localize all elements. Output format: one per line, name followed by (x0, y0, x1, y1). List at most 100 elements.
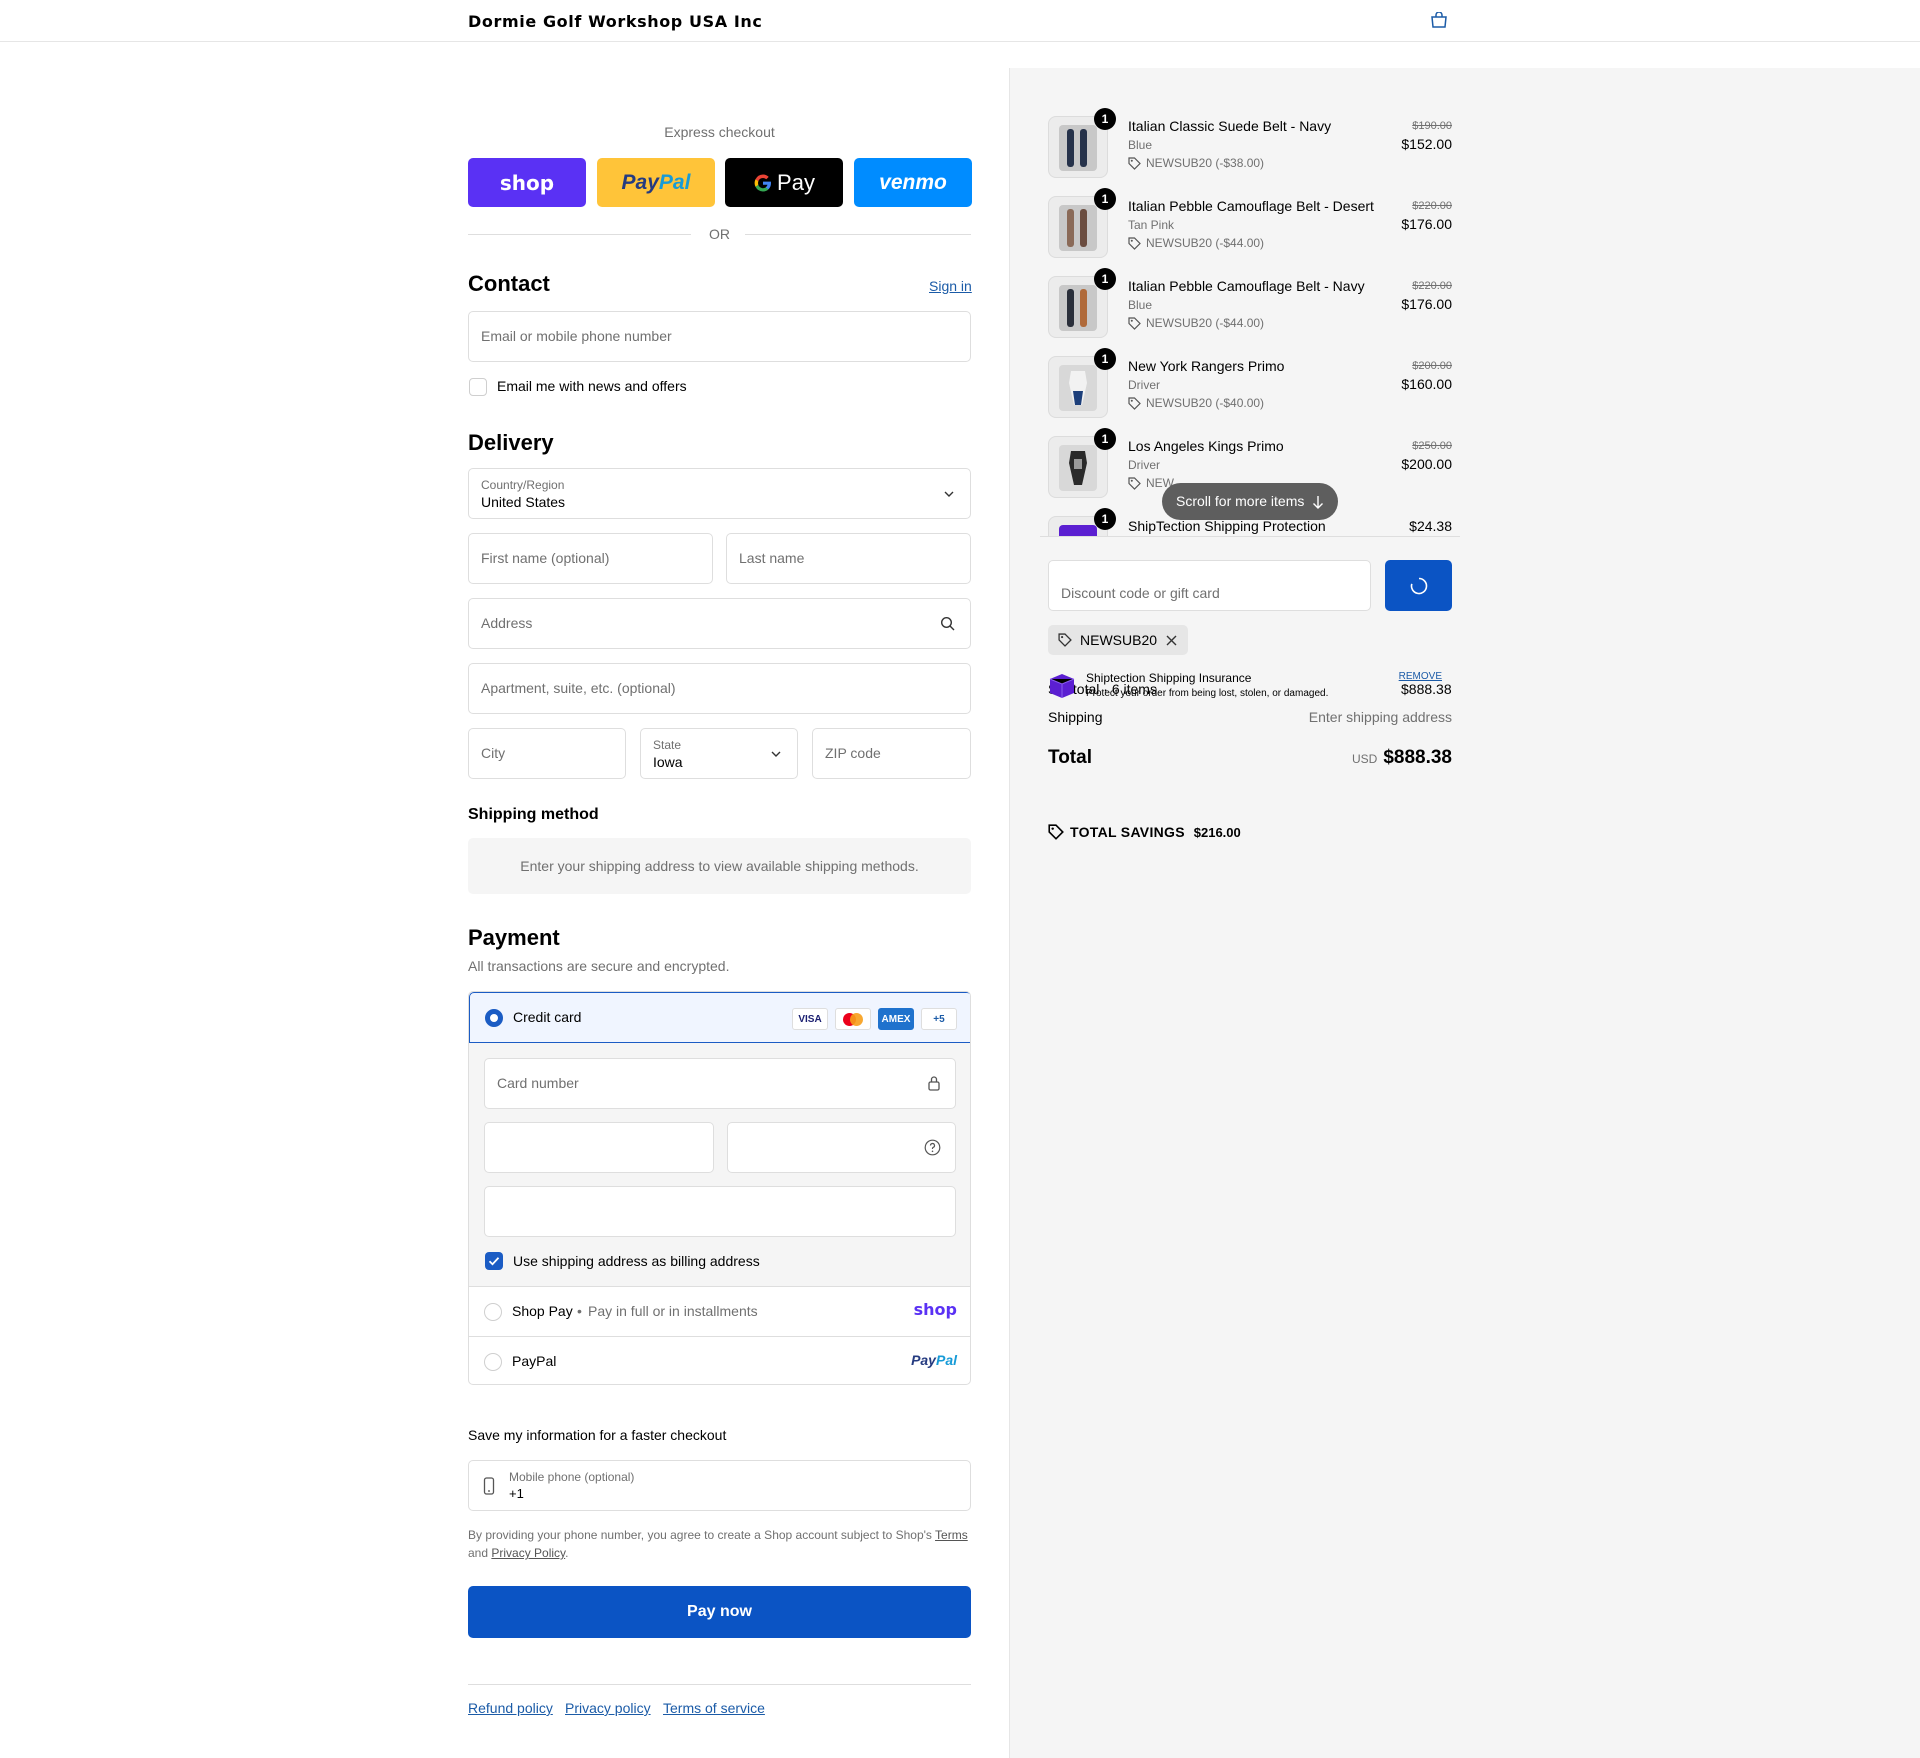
cart-items-list[interactable]: 1 Italian Classic Suede Belt - Navy Blue… (1040, 100, 1460, 537)
total-savings-label: TOTAL SAVINGS (1070, 824, 1185, 840)
tag-icon (1048, 824, 1064, 840)
shop-pay-option[interactable]: Shop Pay • Pay in full or in installment… (469, 1287, 970, 1337)
shop-pay-label: shop (499, 170, 555, 195)
terms-of-service-link[interactable]: Terms of service (663, 1700, 765, 1716)
sign-in-link[interactable]: Sign in (929, 278, 972, 294)
first-name-placeholder: First name (optional) (481, 550, 610, 566)
security-code-field[interactable] (727, 1122, 956, 1173)
credit-card-option[interactable]: Credit card VISA AMEX +5 (469, 992, 970, 1043)
item-price: $160.00 (1401, 376, 1452, 392)
news-checkbox[interactable] (469, 378, 487, 396)
item-discount: NEWSUB20 (-$44.00) (1128, 236, 1264, 250)
shiptection-box-icon (1049, 674, 1075, 698)
shiptection-remove-link[interactable]: REMOVE (1399, 671, 1442, 682)
paypal-option[interactable]: PayPal PayPal (469, 1337, 970, 1384)
venmo-label: venmo (879, 170, 947, 194)
item-variant: Tan Pink (1128, 218, 1175, 232)
paypal-radio[interactable] (484, 1353, 502, 1371)
mobile-phone-value: +1 (509, 1486, 524, 1501)
address-placeholder: Address (481, 615, 533, 631)
mobile-phone-field[interactable]: Mobile phone (optional) +1 (468, 1460, 971, 1511)
item-price: $152.00 (1401, 136, 1452, 152)
item-original-price: $250.00 (1412, 440, 1452, 452)
shop-terms-link[interactable]: Terms (935, 1528, 968, 1542)
item-original-price: $190.00 (1412, 120, 1452, 132)
legal-text: By providing your phone number, you agre… (468, 1528, 968, 1560)
state-select[interactable]: State Iowa (640, 728, 798, 779)
apartment-placeholder: Apartment, suite, etc. (optional) (481, 680, 676, 696)
shopping-bag-icon[interactable] (1430, 12, 1448, 28)
google-pay-button[interactable]: Pay (725, 158, 843, 207)
shiptection-subtitle: Protect your order from being lost, stol… (1086, 688, 1329, 699)
help-circle-icon[interactable] (924, 1139, 941, 1156)
card-number-placeholder: Card number (497, 1075, 579, 1091)
mobile-phone-icon (483, 1477, 495, 1495)
shop-pay-sub: Pay in full or in installments (588, 1303, 758, 1319)
shop-pay-option-label: Shop Pay (512, 1303, 573, 1319)
item-variant: Driver (1128, 378, 1160, 392)
cart-item: 1 Italian Classic Suede Belt - Navy Blue… (1048, 108, 1452, 186)
currency-code: USD (1351, 752, 1378, 766)
quantity-badge: 1 (1094, 428, 1116, 450)
shop-privacy-link[interactable]: Privacy Policy (491, 1546, 565, 1560)
contact-heading: Contact (468, 271, 550, 296)
payment-methods: Credit card VISA AMEX +5 Card number Use… (468, 991, 971, 1385)
venmo-button[interactable]: venmo (854, 158, 972, 207)
first-name-field[interactable]: First name (optional) (468, 533, 713, 584)
address-field[interactable]: Address (468, 598, 971, 649)
arrow-down-icon (1313, 496, 1323, 509)
item-price: $200.00 (1401, 456, 1452, 472)
name-on-card-field[interactable] (484, 1186, 956, 1237)
country-select[interactable]: Country/Region United States (468, 468, 971, 519)
state-label: State (653, 738, 682, 752)
item-original-price: $220.00 (1412, 200, 1452, 212)
item-name: Italian Classic Suede Belt - Navy (1128, 118, 1332, 134)
billing-same-checkbox[interactable] (485, 1252, 503, 1270)
legal-body: By providing your phone number, you agre… (468, 1528, 932, 1542)
store-name[interactable]: Dormie Golf Workshop USA Inc (468, 12, 763, 31)
credit-card-label: Credit card (513, 1009, 582, 1025)
privacy-policy-link[interactable]: Privacy policy (565, 1700, 651, 1716)
zip-field[interactable]: ZIP code (812, 728, 971, 779)
delivery-heading: Delivery (468, 430, 554, 455)
email-field[interactable]: Email or mobile phone number (468, 311, 971, 362)
scroll-hint[interactable]: Scroll for more items (1162, 483, 1338, 520)
applied-discount-code: NEWSUB20 (1080, 632, 1158, 648)
refund-policy-link[interactable]: Refund policy (468, 1700, 553, 1716)
shipping-method-notice: Enter your shipping address to view avai… (468, 838, 971, 894)
item-price: $176.00 (1401, 296, 1452, 312)
quantity-badge: 1 (1094, 348, 1116, 370)
chevron-down-icon (944, 491, 954, 497)
cart-item: 1 New York Rangers Primo Driver NEWSUB20… (1048, 348, 1452, 426)
paypal-button[interactable]: Pay Pal (597, 158, 715, 207)
shop-pay-button[interactable]: shop (468, 158, 586, 207)
discount-code-field[interactable]: Discount code or gift card (1048, 560, 1371, 611)
paypal-label-pay: Pay (621, 170, 659, 194)
express-checkout-title: Express checkout (664, 124, 775, 140)
product-thumbnail: 1 (1048, 508, 1116, 536)
credit-card-radio[interactable] (485, 1009, 503, 1027)
amex-icon: AMEX (878, 1008, 914, 1030)
city-field[interactable]: City (468, 728, 626, 779)
item-name: Los Angeles Kings Primo (1128, 438, 1284, 454)
applied-discount-chip: NEWSUB20 (1048, 625, 1188, 655)
shop-pay-radio[interactable] (484, 1303, 502, 1321)
billing-same-label: Use shipping address as billing address (513, 1253, 760, 1269)
apply-discount-button[interactable] (1385, 560, 1452, 611)
pay-now-button[interactable]: Pay now (468, 1586, 971, 1638)
item-discount: NEWSUB20 (-$40.00) (1128, 396, 1264, 410)
paypal-logo: PayPal (911, 1352, 957, 1368)
payment-subtitle: All transactions are secure and encrypte… (468, 958, 730, 974)
total-savings: TOTAL SAVINGS $216.00 (1048, 824, 1241, 840)
total-savings-value: $216.00 (1193, 825, 1241, 840)
apartment-field[interactable]: Apartment, suite, etc. (optional) (468, 663, 971, 714)
cart-item: 1 Italian Pebble Camouflage Belt - Navy … (1048, 268, 1452, 346)
tag-icon (1128, 397, 1141, 410)
discount-code-placeholder: Discount code or gift card (1061, 585, 1220, 601)
shipping-method-message: Enter your shipping address to view avai… (520, 858, 919, 874)
close-icon[interactable] (1166, 635, 1177, 646)
card-number-field[interactable]: Card number (484, 1058, 956, 1109)
last-name-field[interactable]: Last name (726, 533, 971, 584)
paypal-label-pal: Pal (658, 170, 691, 194)
expiry-field[interactable] (484, 1122, 714, 1173)
